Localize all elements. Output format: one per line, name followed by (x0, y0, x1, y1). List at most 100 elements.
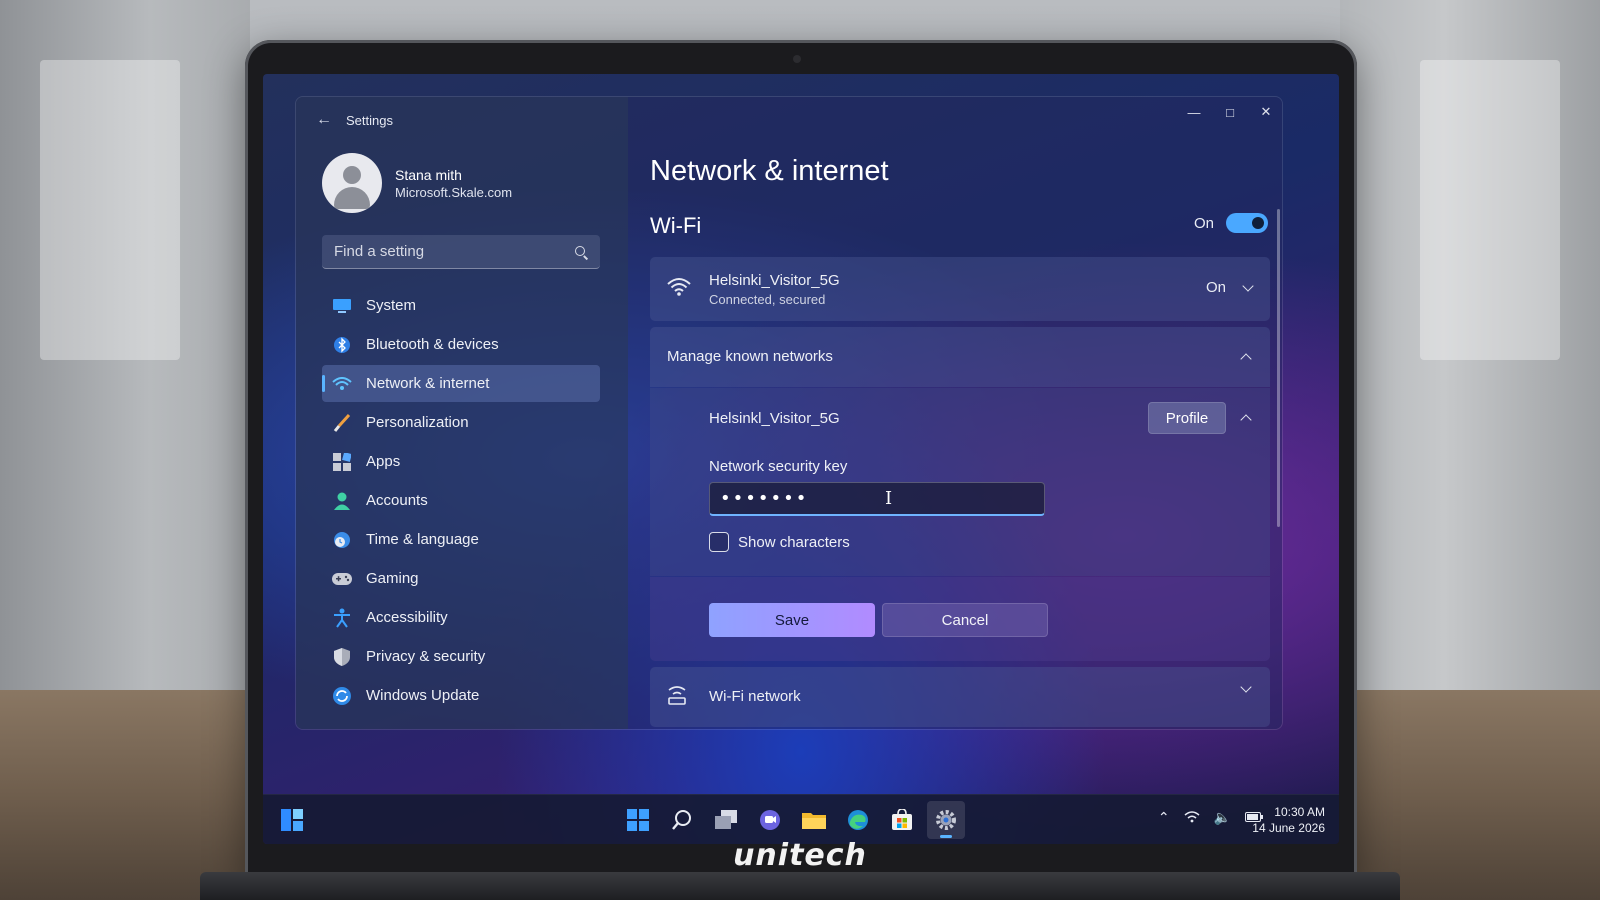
wifi-signal-icon (667, 277, 691, 301)
sidebar-nav: System Bluetooth & devices Network & int… (322, 287, 600, 716)
apps-icon (332, 452, 352, 472)
file-explorer-icon[interactable] (795, 801, 833, 839)
user-profile[interactable]: Stana mith Microsoft.Skale.com (322, 153, 512, 213)
sidebar-item-label: Time & language (366, 531, 479, 548)
system-tray: ⌃ 🔈 (1144, 809, 1263, 826)
sidebar-item-system[interactable]: System (322, 287, 600, 324)
clock-globe-icon (332, 530, 352, 550)
user-email: Microsoft.Skale.com (395, 184, 513, 200)
back-arrow-icon[interactable]: ← (314, 110, 334, 130)
background-window (1420, 60, 1560, 360)
wifi-icon[interactable] (1184, 810, 1200, 826)
sidebar-item-label: System (366, 297, 417, 314)
chevron-down-icon[interactable] (1242, 279, 1254, 292)
chevron-up-icon[interactable] (1240, 353, 1252, 365)
sidebar-item-windows-update[interactable]: Windows Update (322, 677, 600, 714)
sidebar-item-label: Personalization (366, 414, 469, 431)
cancel-button[interactable]: Cancel (882, 603, 1048, 637)
minimize-icon[interactable]: — (1176, 97, 1212, 127)
sidebar-item-bluetooth[interactable]: Bluetooth & devices (322, 326, 600, 363)
known-network-ssid: Helsinkl_Visitor_5G (709, 410, 840, 427)
manage-known-networks-label: Manage known networks (667, 348, 833, 365)
sidebar-item-accessibility[interactable]: Accessibility (322, 599, 600, 636)
titlebar: ← Settings (296, 97, 628, 143)
connection-status: Connected, secured (709, 292, 826, 307)
connected-ssid: Helsinki_Visitor_5G (709, 272, 840, 289)
settings-gear-icon[interactable] (927, 801, 965, 839)
screen: ← Settings Stana mith Microsoft.Skale.co… (263, 74, 1339, 844)
sidebar-item-gaming[interactable]: Gaming (322, 560, 600, 597)
laptop: ← Settings Stana mith Microsoft.Skale.co… (245, 40, 1357, 880)
security-key-label: Network security key (709, 458, 848, 475)
show-characters-option[interactable]: Show characters (709, 532, 850, 552)
brush-icon (332, 413, 352, 433)
sidebar-item-label: Network & internet (366, 375, 490, 392)
brand-logo: unitech (733, 838, 867, 873)
search-input[interactable] (334, 243, 574, 260)
sidebar: ← Settings Stana mith Microsoft.Skale.co… (296, 97, 628, 729)
wifi-toggle-group: On (1194, 213, 1268, 233)
avatar (322, 153, 382, 213)
search-icon[interactable] (574, 245, 588, 259)
wifi-toggle-label: On (1193, 214, 1214, 232)
update-icon (332, 686, 352, 706)
wifi-heading: Wi-Fi (650, 213, 702, 238)
save-button[interactable]: Save (709, 603, 875, 637)
search-icon[interactable] (663, 801, 701, 839)
actions-card: Save Cancel (650, 577, 1270, 661)
main-content: — □ ✕ Network & internet Wi-Fi On Helsin… (628, 97, 1282, 729)
scrollbar[interactable] (1277, 209, 1280, 527)
sidebar-item-accounts[interactable]: Accounts (322, 482, 600, 519)
text-cursor-icon: I (885, 488, 893, 509)
sidebar-item-label: Accessibility (366, 609, 448, 626)
current-connection-card[interactable]: Helsinki_Visitor_5G Connected, secured O… (650, 257, 1270, 321)
store-icon[interactable] (883, 801, 921, 839)
connection-state[interactable]: On (1206, 279, 1254, 296)
accessibility-icon (332, 608, 352, 628)
user-name: Stana mith (395, 166, 462, 183)
sidebar-item-label: Apps (366, 453, 401, 470)
gamepad-icon (332, 569, 352, 589)
search-box[interactable] (322, 235, 600, 269)
taskbar-apps (619, 801, 971, 839)
known-network-detail: Helsinkl_Visitor_5G Profile Network secu… (650, 388, 1270, 576)
sidebar-item-label: Accounts (366, 492, 428, 509)
app-title: Settings (346, 112, 393, 128)
security-key-input[interactable] (709, 482, 1045, 516)
bluetooth-icon (332, 335, 352, 355)
sidebar-item-network[interactable]: Network & internet (322, 365, 600, 402)
keyboard-edge (200, 872, 1400, 900)
clock[interactable]: 10:30 AM 14 June 2026 (1252, 804, 1325, 836)
profile-button[interactable]: Profile (1148, 402, 1226, 434)
manage-known-networks-header[interactable]: Manage known networks (650, 327, 1270, 387)
wifi-network-card[interactable]: Wi-Fi network (650, 667, 1270, 727)
sidebar-item-privacy[interactable]: Privacy & security (322, 638, 600, 675)
chevron-up-icon[interactable]: ⌃ (1158, 809, 1170, 826)
close-icon[interactable]: ✕ (1248, 97, 1282, 127)
chat-icon[interactable] (751, 801, 789, 839)
clock-time: 10:30 AM (1274, 805, 1325, 819)
person-icon (332, 491, 352, 511)
chevron-down-icon[interactable] (1240, 681, 1252, 693)
profile-text: Stana mith Microsoft.Skale.com (395, 167, 512, 200)
edge-icon[interactable] (839, 801, 877, 839)
wifi-toggle[interactable] (1226, 213, 1268, 233)
chevron-up-icon[interactable] (1240, 414, 1252, 426)
show-characters-checkbox[interactable] (709, 532, 729, 552)
sidebar-item-label: Privacy & security (366, 648, 486, 665)
taskbar: ⌃ 🔈 10:30 AM 14 June 2026 (263, 794, 1339, 844)
system-icon (332, 296, 352, 316)
task-view-icon[interactable] (707, 801, 745, 839)
sidebar-item-time-language[interactable]: Time & language (322, 521, 600, 558)
sidebar-item-label: Bluetooth & devices (366, 336, 499, 353)
start-icon[interactable] (619, 801, 657, 839)
sidebar-item-label: Windows Update (366, 687, 480, 704)
volume-icon[interactable]: 🔈 (1214, 809, 1231, 826)
sidebar-item-apps[interactable]: Apps (322, 443, 600, 480)
background-window (40, 60, 180, 360)
widgets-icon[interactable] (281, 809, 303, 831)
maximize-icon[interactable]: □ (1212, 97, 1248, 127)
window-controls: — □ ✕ (1176, 97, 1282, 129)
wifi-network-label: Wi-Fi network (709, 688, 801, 705)
sidebar-item-personalization[interactable]: Personalization (322, 404, 600, 441)
